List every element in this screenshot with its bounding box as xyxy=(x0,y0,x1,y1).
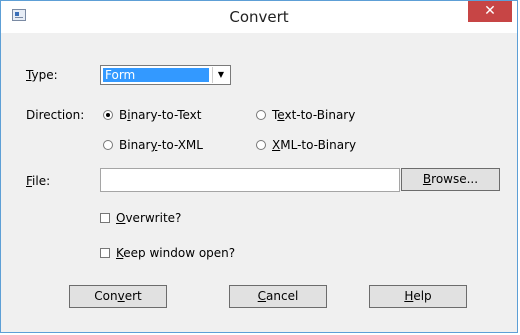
file-path-input[interactable] xyxy=(100,168,400,192)
overwrite-checkbox-label: Overwrite? xyxy=(116,211,182,225)
convert-button[interactable]: Convert xyxy=(69,285,167,308)
checkbox-indicator xyxy=(100,213,110,223)
direction-label: Direction: xyxy=(26,108,85,122)
radio-indicator xyxy=(103,140,113,150)
file-label: File: xyxy=(26,174,51,188)
cancel-button[interactable]: Cancel xyxy=(229,285,327,308)
dialog-client-area: Type: Form ▼ Direction: Binary-to-Text T… xyxy=(8,33,510,327)
browse-button[interactable]: Browse... xyxy=(401,168,500,191)
radio-xml-to-binary-label: XML-to-Binary xyxy=(272,138,357,152)
keep-window-open-checkbox-label: Keep window open? xyxy=(116,246,236,260)
radio-binary-to-text-label: Binary-to-Text xyxy=(119,108,202,122)
chevron-down-icon[interactable]: ▼ xyxy=(212,67,229,83)
type-select-value: Form xyxy=(103,68,209,82)
radio-indicator xyxy=(256,110,266,120)
radio-indicator-checked xyxy=(103,110,113,120)
radio-binary-to-xml-label: Binary-to-XML xyxy=(119,138,203,152)
radio-text-to-binary-label: Text-to-Binary xyxy=(272,108,356,122)
convert-dialog: Convert ✕ Type: Form ▼ Direction: Binary… xyxy=(0,0,518,333)
checkbox-indicator xyxy=(100,248,110,258)
window-title: Convert xyxy=(229,8,289,26)
title-bar: Convert ✕ xyxy=(1,1,517,33)
help-button[interactable]: Help xyxy=(369,285,467,308)
close-button[interactable]: ✕ xyxy=(468,1,512,22)
type-label: Type: xyxy=(26,68,58,82)
type-select[interactable]: Form ▼ xyxy=(100,65,231,85)
radio-indicator xyxy=(256,140,266,150)
close-icon: ✕ xyxy=(484,3,496,19)
